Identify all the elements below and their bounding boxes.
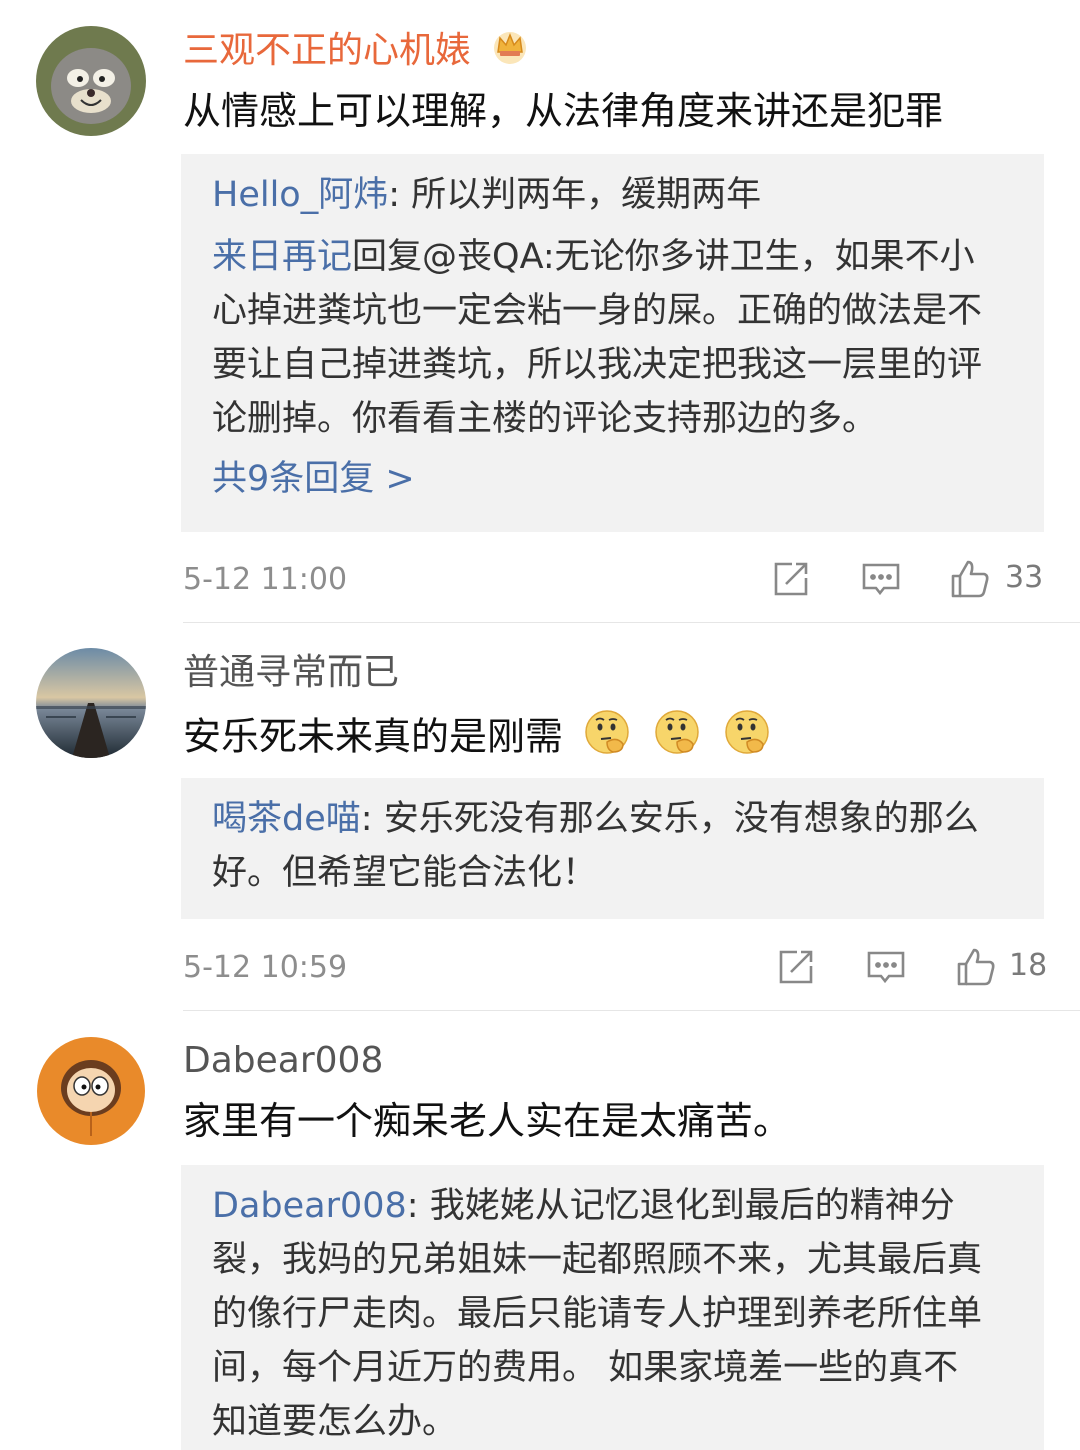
thinking-face-icon bbox=[653, 708, 703, 770]
reply[interactable]: Dabear008: 我姥姥从记忆退化到最后的精神分 裂，我妈的兄弟姐妹一起都照… bbox=[212, 1179, 1022, 1449]
avatar[interactable] bbox=[36, 648, 146, 758]
divider bbox=[183, 622, 1080, 623]
reply-username[interactable]: Hello_阿炜 bbox=[212, 175, 388, 215]
thinking-face-icon bbox=[723, 708, 773, 770]
reply-username[interactable]: Dabear008 bbox=[212, 1186, 407, 1226]
username[interactable]: 三观不正的心机婊 bbox=[183, 26, 530, 78]
comment-text: 家里有一个痴呆老人实在是太痛苦。 bbox=[183, 1099, 792, 1143]
reply[interactable]: Hello_阿炜: 所以判两年，缓期两年 bbox=[212, 168, 1022, 222]
like-count: 33 bbox=[1005, 560, 1044, 595]
reply-username[interactable]: 来日再记 bbox=[212, 237, 352, 277]
reply-box[interactable]: Hello_阿炜: 所以判两年，缓期两年 来日再记回复@丧QA:无论你多讲卫生，… bbox=[181, 154, 1044, 532]
meta-row: 5-12 11:00 33 bbox=[183, 554, 1044, 604]
reply-box[interactable]: 喝茶de喵: 安乐死没有那么安乐，没有想象的那么 好。但希望它能合法化！ bbox=[181, 778, 1044, 919]
reply[interactable]: 来日再记回复@丧QA:无论你多讲卫生，如果不小 心掉进粪坑也一定会粘一身的屎。正… bbox=[212, 230, 1022, 446]
like-icon[interactable] bbox=[949, 558, 991, 600]
thinking-face-icon bbox=[583, 708, 633, 770]
avatar[interactable] bbox=[36, 26, 146, 136]
avatar[interactable] bbox=[36, 1036, 146, 1146]
like-icon[interactable] bbox=[955, 946, 997, 988]
username[interactable]: Dabear008 bbox=[183, 1038, 383, 1084]
reply-username[interactable]: 喝茶de喵 bbox=[212, 799, 361, 839]
meta-row: 5-12 10:59 18 bbox=[183, 942, 1048, 992]
username[interactable]: 普通寻常而已 bbox=[183, 650, 399, 696]
comment-icon[interactable] bbox=[860, 558, 902, 600]
share-icon[interactable] bbox=[775, 946, 817, 988]
more-replies-link[interactable]: 共9条回复 > bbox=[212, 452, 1022, 506]
timestamp: 5-12 11:00 bbox=[183, 562, 348, 597]
crown-badge-icon bbox=[490, 26, 530, 78]
comment-text: 安乐死未来真的是刚需 bbox=[183, 708, 773, 770]
reply[interactable]: 喝茶de喵: 安乐死没有那么安乐，没有想象的那么 好。但希望它能合法化！ bbox=[212, 792, 1022, 900]
timestamp: 5-12 10:59 bbox=[183, 950, 348, 985]
divider bbox=[183, 1010, 1080, 1011]
comment-text: 从情感上可以理解，从法律角度来讲还是犯罪 bbox=[183, 89, 944, 133]
reply-box[interactable]: Dabear008: 我姥姥从记忆退化到最后的精神分 裂，我妈的兄弟姐妹一起都照… bbox=[181, 1165, 1044, 1450]
like-count: 18 bbox=[1009, 948, 1048, 983]
share-icon[interactable] bbox=[770, 558, 812, 600]
comment-icon[interactable] bbox=[865, 946, 907, 988]
